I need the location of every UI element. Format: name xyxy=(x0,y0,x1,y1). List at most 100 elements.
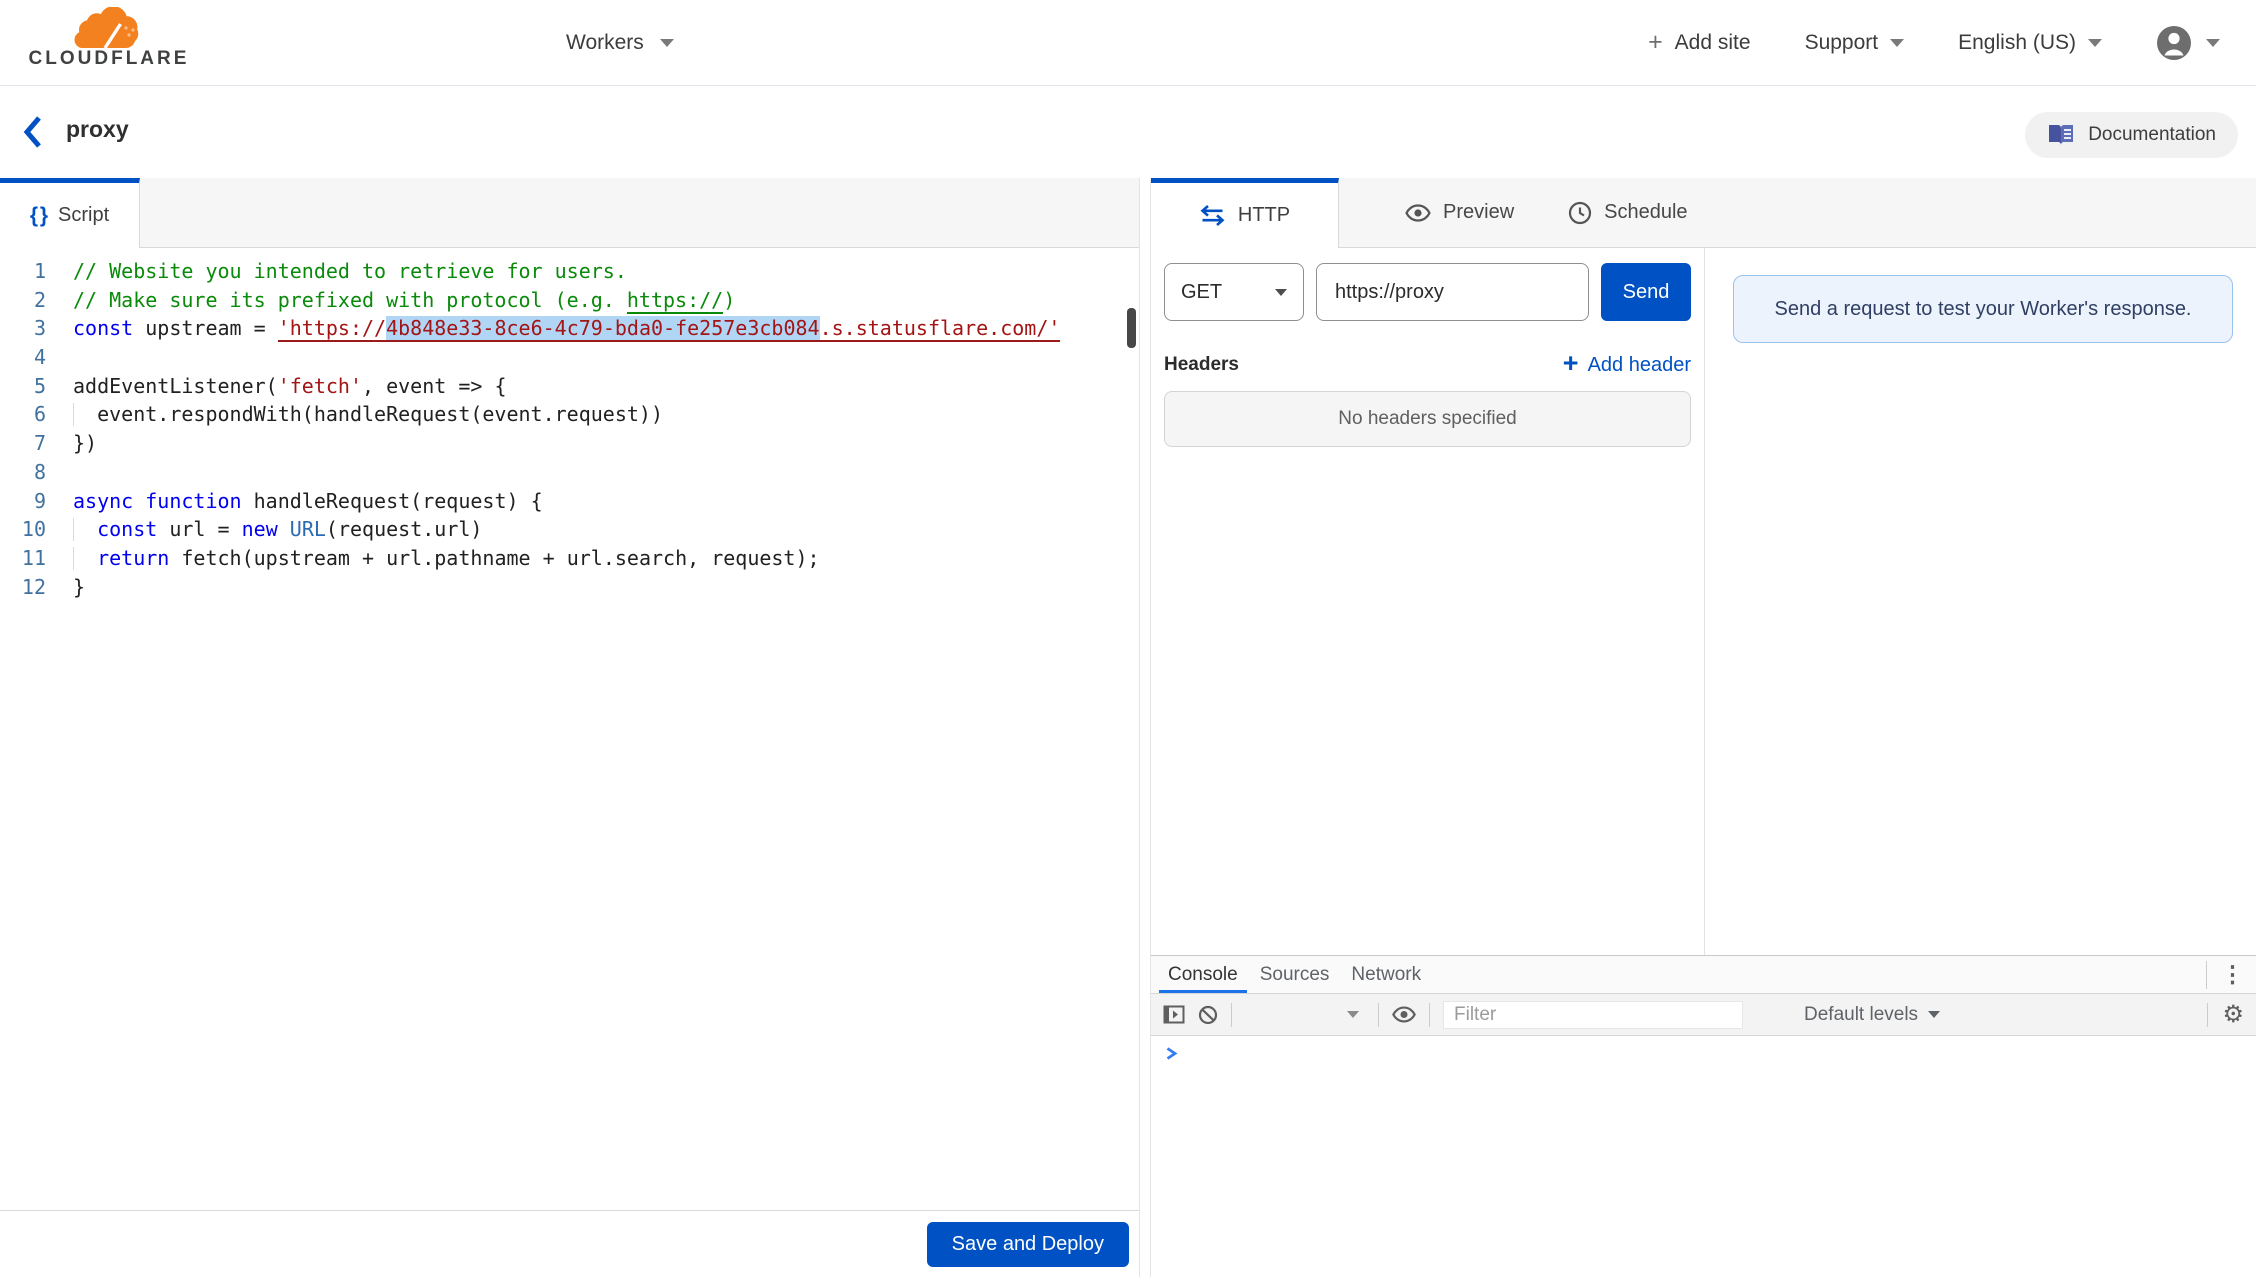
plus-icon: + xyxy=(1563,350,1579,377)
editor-tabbar: { } Script xyxy=(0,178,1139,248)
code-text: async function handleRequest(request) { xyxy=(73,487,543,516)
code-line[interactable]: 10 const url = new URL(request.url) xyxy=(0,515,1139,544)
code-editor[interactable]: 1 // Website you intended to retrieve for… xyxy=(0,248,1139,1210)
code-line[interactable]: 4 xyxy=(0,343,1139,372)
devtools-tab-sources[interactable]: Sources xyxy=(1249,956,1341,993)
code-line[interactable]: 2 // Make sure its prefixed with protocol… xyxy=(0,286,1139,315)
language-menu[interactable]: English (US) xyxy=(1958,31,2102,55)
cloudflare-logo[interactable]: CLOUDFLARE xyxy=(24,7,194,70)
gear-icon[interactable]: ⚙ xyxy=(2222,1003,2244,1027)
tab-schedule[interactable]: Schedule xyxy=(1541,178,1714,247)
code-line[interactable]: 9 async function handleRequest(request) { xyxy=(0,487,1139,516)
code-text: const url = new URL(request.url) xyxy=(73,515,482,544)
console-prompt-icon xyxy=(1165,1046,1178,1061)
test-panel: HTTP Preview Schedule xyxy=(1150,178,2256,1277)
line-number: 11 xyxy=(0,544,46,573)
book-icon xyxy=(2047,123,2075,147)
tab-script[interactable]: { } Script xyxy=(0,178,140,248)
line-number: 1 xyxy=(0,257,46,286)
line-number: 3 xyxy=(0,314,46,343)
devtools-tab-network[interactable]: Network xyxy=(1340,956,1432,993)
line-number: 7 xyxy=(0,429,46,458)
line-number: 9 xyxy=(0,487,46,516)
support-label: Support xyxy=(1805,31,1879,55)
no-headers-box: No headers specified xyxy=(1164,391,1691,447)
account-menu[interactable] xyxy=(2156,25,2220,61)
request-url-input[interactable] xyxy=(1316,263,1589,321)
tab-http-label: HTTP xyxy=(1238,204,1290,227)
response-pane: Send a request to test your Worker's res… xyxy=(1705,248,2256,955)
chevron-down-icon xyxy=(2088,39,2102,47)
save-and-deploy-button[interactable]: Save and Deploy xyxy=(927,1222,1129,1267)
kebab-menu-icon[interactable]: ⋮ xyxy=(2221,963,2244,986)
cloudflare-cloud-icon xyxy=(69,7,149,51)
editor-scrollbar-thumb[interactable] xyxy=(1127,308,1136,348)
clear-console-button[interactable] xyxy=(1198,1005,1218,1025)
code-line[interactable]: 8 xyxy=(0,458,1139,487)
send-button[interactable]: Send xyxy=(1601,263,1691,321)
code-text: // Make sure its prefixed with protocol … xyxy=(73,286,735,315)
code-line[interactable]: 5addEventListener('fetch', event => { xyxy=(0,372,1139,401)
code-line[interactable]: 3const upstream = 'https://4b848e33-8ce6… xyxy=(0,314,1139,343)
editor-footer: Save and Deploy xyxy=(0,1210,1139,1277)
line-number: 6 xyxy=(0,400,46,429)
code-line[interactable]: 11 return fetch(upstream + url.pathname … xyxy=(0,544,1139,573)
add-site-button[interactable]: + Add site xyxy=(1648,30,1751,55)
code-text: addEventListener('fetch', event => { xyxy=(73,372,507,401)
chevron-down-icon xyxy=(1928,1011,1940,1018)
code-line[interactable]: 12} xyxy=(0,573,1139,602)
app-menu-label: Workers xyxy=(566,31,644,55)
chevron-down-icon xyxy=(660,39,674,47)
brand-text: CLOUDFLARE xyxy=(29,48,190,70)
method-value: GET xyxy=(1181,281,1222,304)
header-right: + Add site Support English (US) xyxy=(1648,0,2220,85)
eye-icon xyxy=(1392,1006,1416,1023)
eye-icon xyxy=(1405,204,1431,222)
ban-icon xyxy=(1198,1005,1218,1025)
response-hint-text: Send a request to test your Worker's res… xyxy=(1775,298,2192,321)
code-line[interactable]: 7}) xyxy=(0,429,1139,458)
tab-preview-label: Preview xyxy=(1443,201,1514,224)
headers-label: Headers xyxy=(1164,354,1239,376)
code-line[interactable]: 6 event.respondWith(handleRequest(event.… xyxy=(0,400,1139,429)
top-header: CLOUDFLARE Workers + Add site Support En… xyxy=(0,0,2256,86)
tab-http[interactable]: HTTP xyxy=(1151,178,1339,248)
subheader: proxy Documentation xyxy=(0,86,2256,178)
divider xyxy=(2207,1003,2208,1027)
documentation-button[interactable]: Documentation xyxy=(2025,112,2238,158)
log-levels-dropdown[interactable]: Default levels xyxy=(1804,1004,1940,1026)
log-levels-label: Default levels xyxy=(1804,1004,1918,1026)
add-header-button[interactable]: + Add header xyxy=(1563,353,1691,377)
code-text: // Website you intended to retrieve for … xyxy=(73,257,627,286)
devtools-toolbar-right: ⚙ xyxy=(2207,1003,2244,1027)
add-site-label: Add site xyxy=(1675,31,1751,55)
js-context-dropdown[interactable] xyxy=(1245,1011,1365,1018)
devtools: Console Sources Network ⋮ xyxy=(1151,955,2256,1277)
console-sidebar-toggle[interactable] xyxy=(1163,1005,1185,1024)
live-expression-button[interactable] xyxy=(1392,1006,1416,1023)
divider xyxy=(1429,1003,1430,1027)
devtools-tabbar-right: ⋮ xyxy=(2206,956,2256,993)
line-number: 2 xyxy=(0,286,46,315)
app-menu-workers[interactable]: Workers xyxy=(566,0,674,85)
documentation-label: Documentation xyxy=(2088,124,2216,146)
line-number: 8 xyxy=(0,458,46,487)
console-filter-input[interactable] xyxy=(1443,1001,1743,1029)
method-select[interactable]: GET xyxy=(1164,263,1304,321)
tab-preview[interactable]: Preview xyxy=(1378,178,1541,247)
back-button[interactable] xyxy=(22,112,54,152)
devtools-tab-console[interactable]: Console xyxy=(1157,956,1249,993)
http-test-content: GET Send Headers + Add header No headers… xyxy=(1151,248,2256,955)
language-label: English (US) xyxy=(1958,31,2076,55)
support-menu[interactable]: Support xyxy=(1805,31,1905,55)
chevron-down-icon xyxy=(1275,289,1287,296)
chevron-left-icon xyxy=(22,115,44,149)
sidebar-panel-icon xyxy=(1163,1005,1185,1024)
console-prompt[interactable] xyxy=(1151,1036,2256,1066)
http-arrows-icon xyxy=(1199,205,1226,226)
chevron-down-icon xyxy=(1347,1011,1359,1018)
code-line[interactable]: 1 // Website you intended to retrieve for… xyxy=(0,257,1139,286)
devtools-toolbar: Default levels ⚙ xyxy=(1151,994,2256,1036)
code-text: event.respondWith(handleRequest(event.re… xyxy=(73,400,663,429)
console-output xyxy=(1151,1036,2256,1066)
